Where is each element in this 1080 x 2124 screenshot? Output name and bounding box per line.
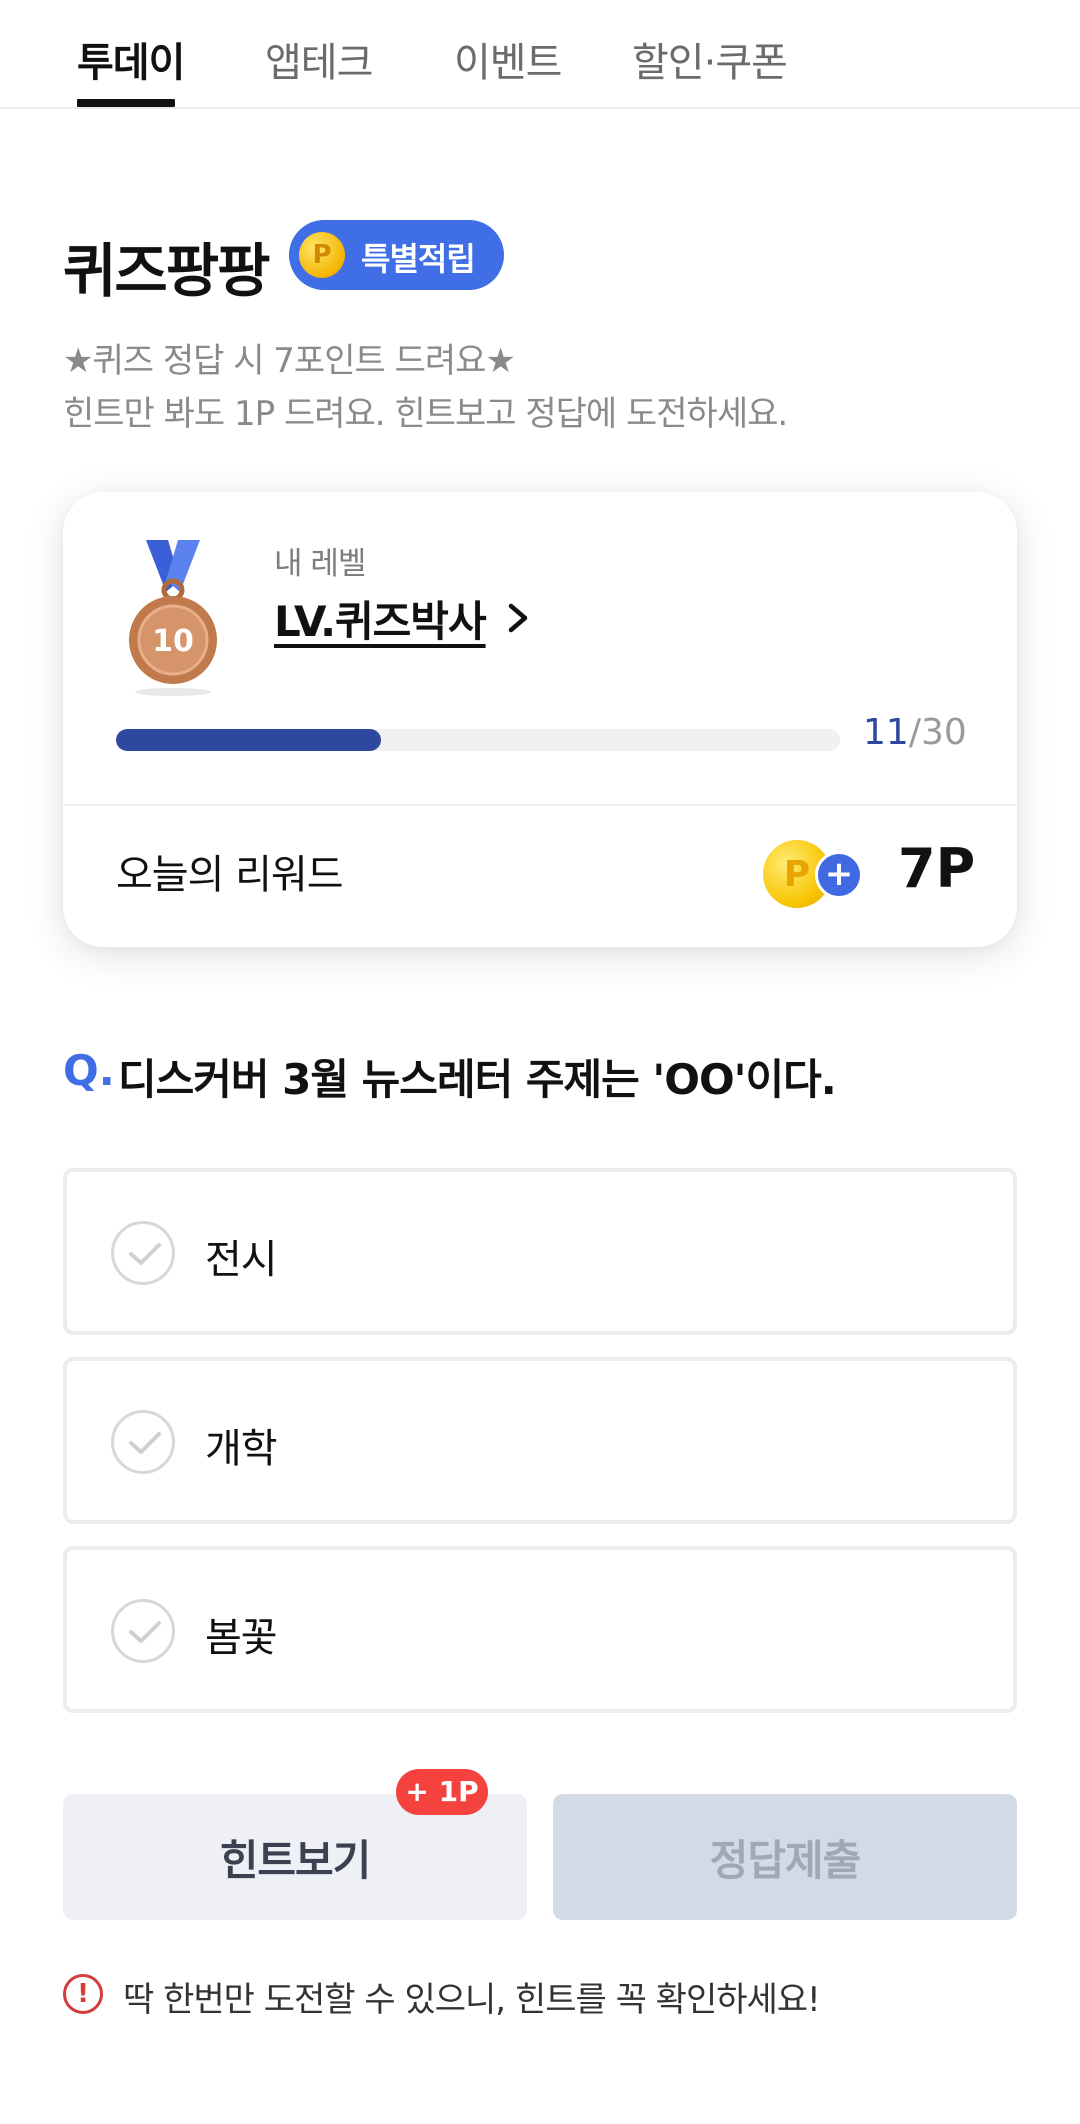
tab-apptech[interactable]: 앱테크 [265,30,373,88]
page-title: 퀴즈팡팡 [63,237,270,305]
level-progress-fill [116,729,382,751]
chevron-right-icon[interactable] [503,600,533,636]
alert-icon: ! [63,1974,103,2014]
check-circle-icon [111,1410,175,1474]
question-text: 디스커버 3월 뉴스레터 주제는 'OO'이다. [118,1055,837,1104]
tab-today[interactable]: 투데이 [77,30,185,88]
check-circle-icon [111,1221,175,1285]
special-reward-badge: P 특별적립 [289,220,504,290]
level-name-link[interactable]: LV.퀴즈박사 [274,588,487,649]
quiz-page: 투데이 앱테크 이벤트 할인·쿠폰 퀴즈팡팡 P 특별적립 ★퀴즈 정답 시 7… [0,0,1080,2124]
today-reward-value: 7P [898,837,976,900]
active-tab-indicator [77,99,175,107]
bronze-medal-icon: 10 [129,540,217,696]
level-progress-text: 11/30 [863,712,967,753]
card-divider [63,804,1017,806]
hint-reward-badge: + 1P [396,1769,488,1815]
plus-icon: + [815,851,863,899]
level-card: 10 내 레벨 LV.퀴즈박사 11/30 오늘의 리워드 P + 7P [63,492,1017,947]
description-line-2: 힌트만 봐도 1P 드려요. 힌트보고 정답에 도전하세요. [63,394,788,434]
level-progress-bar [116,729,840,751]
answer-option-label: 개학 [205,1426,278,1472]
tab-events[interactable]: 이벤트 [454,30,562,88]
my-level-caption: 내 레벨 [274,546,366,582]
answer-option-1[interactable]: 전시 [63,1168,1017,1335]
question-mark-label: Q. [63,1046,115,1095]
answer-option-2[interactable]: 개학 [63,1357,1017,1524]
top-tab-bar: 투데이 앱테크 이벤트 할인·쿠폰 [0,0,1080,109]
badge-label: 특별적립 [361,240,476,278]
progress-total: /30 [908,712,967,753]
tab-discount-coupon[interactable]: 할인·쿠폰 [632,30,788,88]
progress-current: 11 [863,712,909,753]
answer-option-3[interactable]: 봄꽃 [63,1546,1017,1713]
answer-option-label: 봄꽃 [205,1615,278,1661]
notice-text: 딱 한번만 도전할 수 있으니, 힌트를 꼭 확인하세요! [123,1980,821,2020]
medal-number: 10 [152,624,194,659]
submit-answer-button[interactable]: 정답제출 [553,1794,1017,1920]
today-reward-label: 오늘의 리워드 [116,852,344,898]
point-coin-icon: P [299,232,345,278]
check-circle-icon [111,1599,175,1663]
description-line-1: ★퀴즈 정답 시 7포인트 드려요★ [63,341,516,381]
answer-option-label: 전시 [205,1237,278,1283]
